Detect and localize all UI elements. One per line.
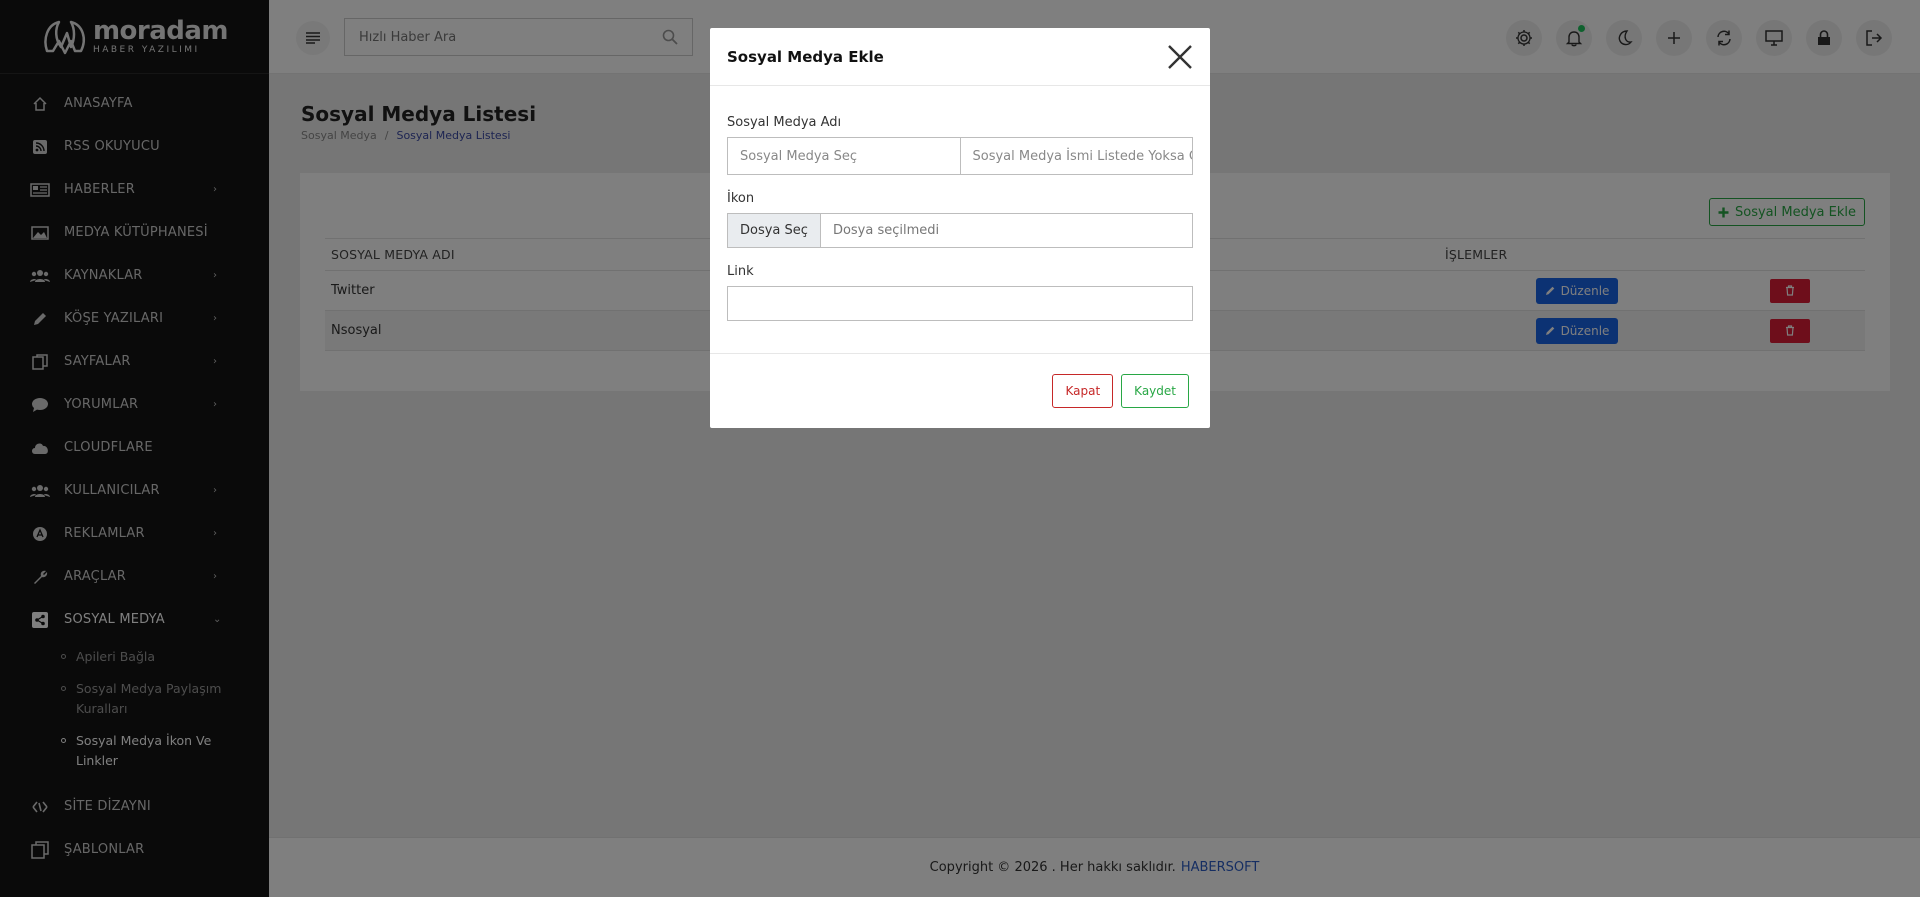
social-media-name-group: Sosyal Medya Seç Sosyal Medya İsmi Liste… xyxy=(727,137,1193,175)
add-social-media-modal: Sosyal Medya Ekle Sosyal Medya Adı Sosya… xyxy=(710,28,1210,428)
icon-label: İkon xyxy=(727,191,755,206)
save-button[interactable]: Kaydet xyxy=(1121,374,1189,408)
modal-body: Sosyal Medya Adı Sosyal Medya Seç Sosyal… xyxy=(710,86,1210,321)
social-media-name-input[interactable]: Sosyal Medya İsmi Listede Yoksa G xyxy=(959,138,1192,174)
link-input[interactable] xyxy=(727,286,1193,321)
social-media-select[interactable]: Sosyal Medya Seç xyxy=(728,138,960,174)
modal-close-button[interactable] xyxy=(1165,42,1195,72)
icon-file-input[interactable]: Dosya Seç Dosya seçilmedi xyxy=(727,213,1193,248)
modal-footer: Kapat Kaydet xyxy=(710,353,1210,428)
link-label: Link xyxy=(727,264,754,279)
choose-file-button[interactable]: Dosya Seç xyxy=(728,214,821,247)
close-button[interactable]: Kapat xyxy=(1052,374,1114,408)
file-status: Dosya seçilmedi xyxy=(832,223,940,238)
close-icon xyxy=(1168,44,1192,69)
social-media-name-label: Sosyal Medya Adı xyxy=(727,115,842,130)
modal-header: Sosyal Medya Ekle xyxy=(710,28,1210,86)
modal-title: Sosyal Medya Ekle xyxy=(727,47,884,66)
